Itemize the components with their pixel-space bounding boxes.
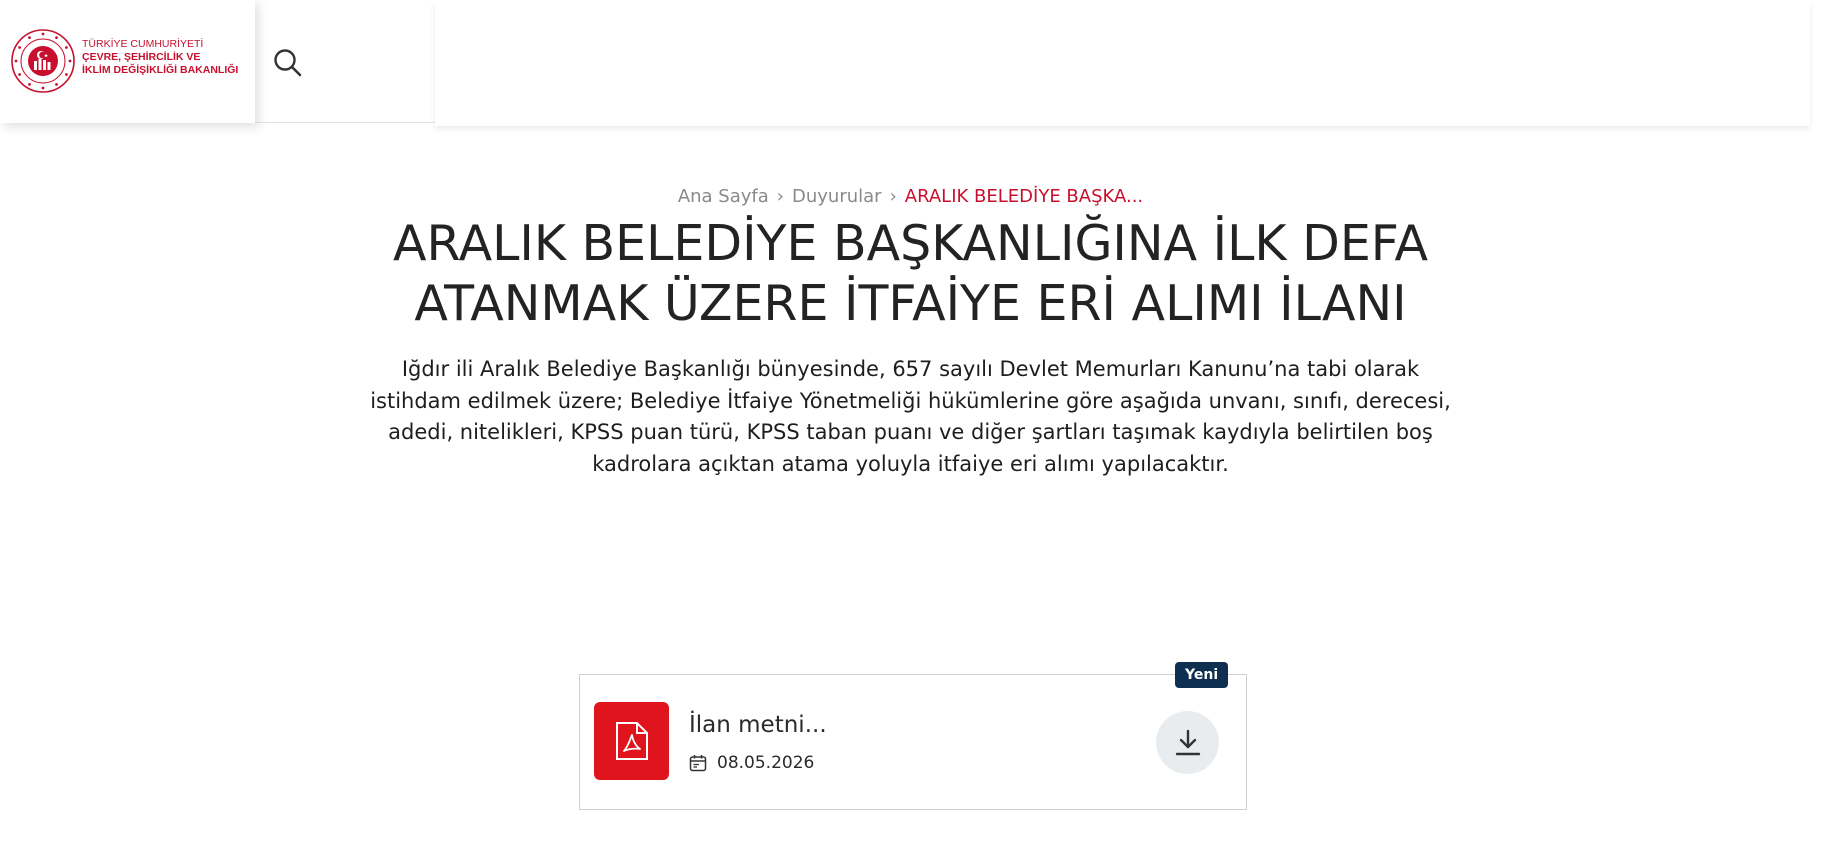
ministry-logo[interactable]: TÜRKİYE CUMHURİYETİ ÇEVRE, ŞEHİRCİLİK VE… (0, 0, 255, 123)
header-bar (435, 0, 1810, 126)
header-divider (255, 122, 435, 123)
breadcrumb: Ana Sayfa › Duyurular › ARALIK BELEDİYE BAŞK… (0, 186, 1821, 207)
search-icon (274, 49, 302, 77)
pdf-icon (594, 702, 669, 780)
search-button[interactable] (272, 47, 304, 79)
download-icon (1175, 729, 1201, 756)
calendar-icon (689, 755, 707, 772)
breadcrumb-announcements[interactable]: Duyurular (792, 186, 882, 207)
chevron-right-icon: › (889, 186, 897, 207)
attachment-date: 08.05.2026 (717, 753, 815, 773)
page: TÜRKİYE CUMHURİYETİ ÇEVRE, ŞEHİRCİLİK VE… (0, 0, 1821, 862)
chevron-right-icon: › (776, 186, 784, 207)
logo-line-1: TÜRKİYE CUMHURİYETİ (82, 38, 204, 50)
page-title: ARALIK BELEDİYE BAŞKANLIĞINA İLK DEFA AT… (300, 214, 1521, 334)
breadcrumb-current: ARALIK BELEDİYE BAŞKA... (904, 186, 1144, 207)
pdf-glyph-icon (616, 722, 648, 760)
logo-line-2: ÇEVRE, ŞEHİRCİLİK VE (82, 51, 201, 63)
page-description: Iğdır ili Aralık Belediye Başkanlığı bün… (370, 357, 1451, 476)
ministry-name: TÜRKİYE CUMHURİYETİ ÇEVRE, ŞEHİRCİLİK VE… (82, 38, 238, 77)
attachment-date-row: 08.05.2026 (689, 753, 814, 773)
download-button[interactable] (1156, 711, 1219, 774)
emblem-icon (11, 29, 75, 93)
page-title-line-2: ATANMAK ÜZERE İTFAİYE ERİ ALIMI İLANI (414, 275, 1407, 332)
attachment-card[interactable]: İlan metni... 08.05.2026 (579, 674, 1247, 810)
new-badge: Yeni (1175, 662, 1229, 688)
breadcrumb-home[interactable]: Ana Sayfa (678, 186, 769, 207)
page-title-line-1: ARALIK BELEDİYE BAŞKANLIĞINA İLK DEFA (392, 215, 1428, 272)
logo-line-3: İKLİM DEĞİŞİKLİĞİ BAKANLIĞI (82, 64, 239, 76)
attachment-name: İlan metni... (689, 712, 827, 738)
